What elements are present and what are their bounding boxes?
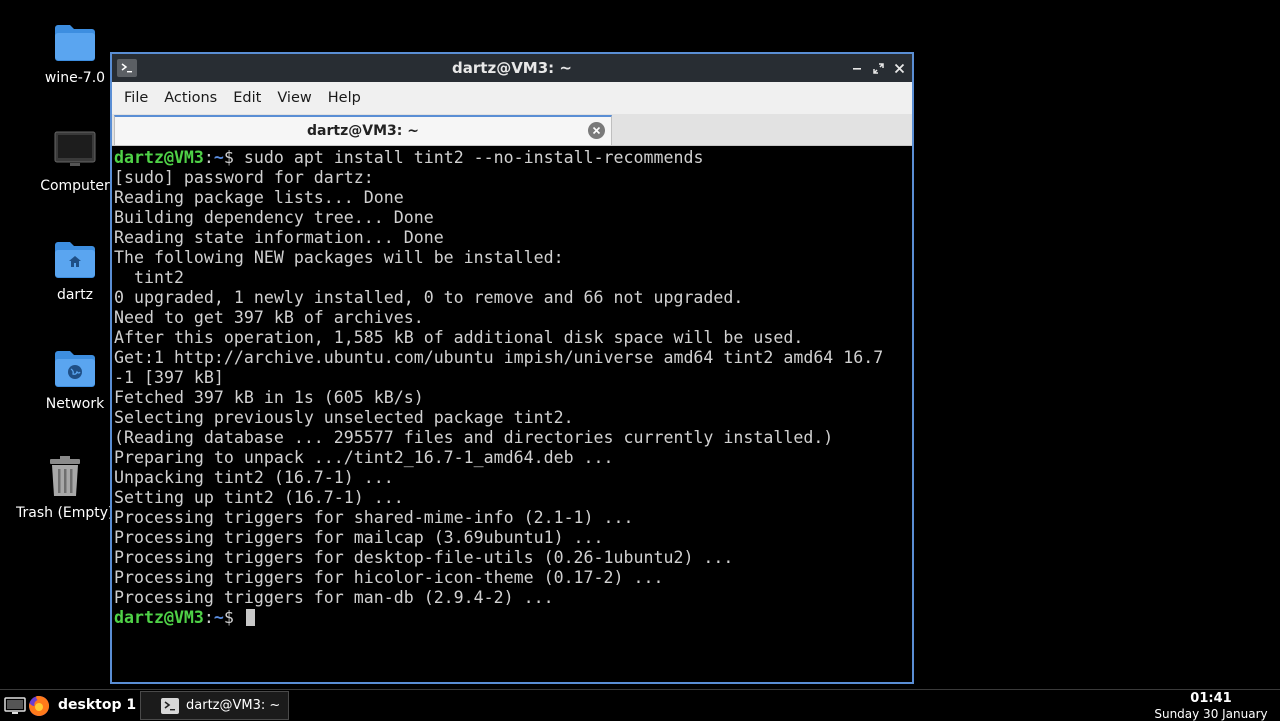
folder-icon <box>53 20 97 64</box>
output-line: Processing triggers for shared-mime-info… <box>114 508 634 527</box>
firefox-icon[interactable] <box>28 695 50 717</box>
menu-help[interactable]: Help <box>320 82 369 114</box>
taskbar: desktop 1 dartz@VM3: ~ 01:41 Sunday 30 J… <box>0 689 1280 721</box>
prompt-user: dartz@VM3 <box>114 148 204 167</box>
menu-edit[interactable]: Edit <box>225 82 269 114</box>
output-line: Building dependency tree... Done <box>114 208 434 227</box>
prompt-sep: : <box>203 608 214 627</box>
trash-icon <box>43 455 87 499</box>
computer-icon <box>53 128 97 172</box>
terminal-output[interactable]: dartz@VM3:~$ sudo apt install tint2 --no… <box>114 148 910 682</box>
output-line: Processing triggers for hicolor-icon-the… <box>114 568 664 587</box>
command-line: dartz@VM3:~$ sudo apt install tint2 --no… <box>114 148 910 168</box>
output-line: tint2 <box>114 268 184 287</box>
tab-bar: dartz@VM3: ~ <box>112 114 912 146</box>
prompt-path: ~ <box>213 148 224 167</box>
output-line: Processing triggers for desktop-file-uti… <box>114 548 734 567</box>
output-line: -1 [397 kB] <box>114 368 224 387</box>
network-folder-icon <box>53 346 97 390</box>
close-button[interactable] <box>890 58 908 78</box>
terminal-icon <box>161 697 179 714</box>
output-line: Get:1 http://archive.ubuntu.com/ubuntu i… <box>114 348 884 367</box>
output-line: Reading state information... Done <box>114 228 444 247</box>
title-bar[interactable]: dartz@VM3: ~ <box>112 54 912 82</box>
prompt-symbol: $ <box>223 148 244 167</box>
taskbar-task-terminal[interactable]: dartz@VM3: ~ <box>140 691 289 720</box>
menu-view[interactable]: View <box>269 82 319 114</box>
terminal-tab[interactable]: dartz@VM3: ~ <box>114 115 612 145</box>
prompt-path: ~ <box>213 608 224 627</box>
prompt-symbol: $ <box>223 608 244 627</box>
text-cursor <box>245 609 255 626</box>
output-line: 0 upgraded, 1 newly installed, 0 to remo… <box>114 288 744 307</box>
output-line: (Reading database ... 295577 files and d… <box>114 428 834 447</box>
minimize-button[interactable] <box>848 58 866 78</box>
tab-label: dartz@VM3: ~ <box>307 123 419 139</box>
output-line: After this operation, 1,585 kB of additi… <box>114 328 804 347</box>
output-line: Preparing to unpack .../tint2_16.7-1_amd… <box>114 448 614 467</box>
output-line: The following NEW packages will be insta… <box>114 248 564 267</box>
clock-time: 01:41 <box>1190 691 1232 706</box>
output-line: Setting up tint2 (16.7-1) ... <box>114 488 404 507</box>
tab-close-icon[interactable] <box>588 122 605 139</box>
output-line: Need to get 397 kB of archives. <box>114 308 424 327</box>
output-line: Processing triggers for man-db (2.9.4-2)… <box>114 588 554 607</box>
terminal-window: dartz@VM3: ~ File Actions Edit View Help… <box>110 52 914 684</box>
output-line: Selecting previously unselected package … <box>114 408 574 427</box>
app-menu-icon[interactable] <box>4 697 26 715</box>
home-folder-icon <box>53 237 97 281</box>
output-line: Unpacking tint2 (16.7-1) ... <box>114 468 394 487</box>
output-line: Fetched 397 kB in 1s (605 kB/s) <box>114 388 424 407</box>
command-text: sudo apt install tint2 --no-install-reco… <box>243 148 704 167</box>
menu-bar: File Actions Edit View Help <box>112 82 912 114</box>
desktop-switcher[interactable]: desktop 1 <box>58 690 136 721</box>
prompt-line: dartz@VM3:~$ <box>114 608 910 628</box>
desktop-icon-trash[interactable]: Trash (Empty) <box>10 455 120 521</box>
clock[interactable]: 01:41 Sunday 30 January <box>1146 690 1276 721</box>
task-label: dartz@VM3: ~ <box>186 698 281 713</box>
maximize-button[interactable] <box>869 58 887 78</box>
prompt-user: dartz@VM3 <box>114 608 204 627</box>
menu-actions[interactable]: Actions <box>156 82 225 114</box>
desktop-icon-label: Trash (Empty) <box>16 505 114 521</box>
output-line: Processing triggers for mailcap (3.69ubu… <box>114 528 604 547</box>
output-line: Reading package lists... Done <box>114 188 404 207</box>
output-line: [sudo] password for dartz: <box>114 168 374 187</box>
menu-file[interactable]: File <box>116 82 156 114</box>
window-title: dartz@VM3: ~ <box>452 59 572 77</box>
clock-date: Sunday 30 January <box>1154 707 1268 721</box>
prompt-sep: : <box>203 148 214 167</box>
